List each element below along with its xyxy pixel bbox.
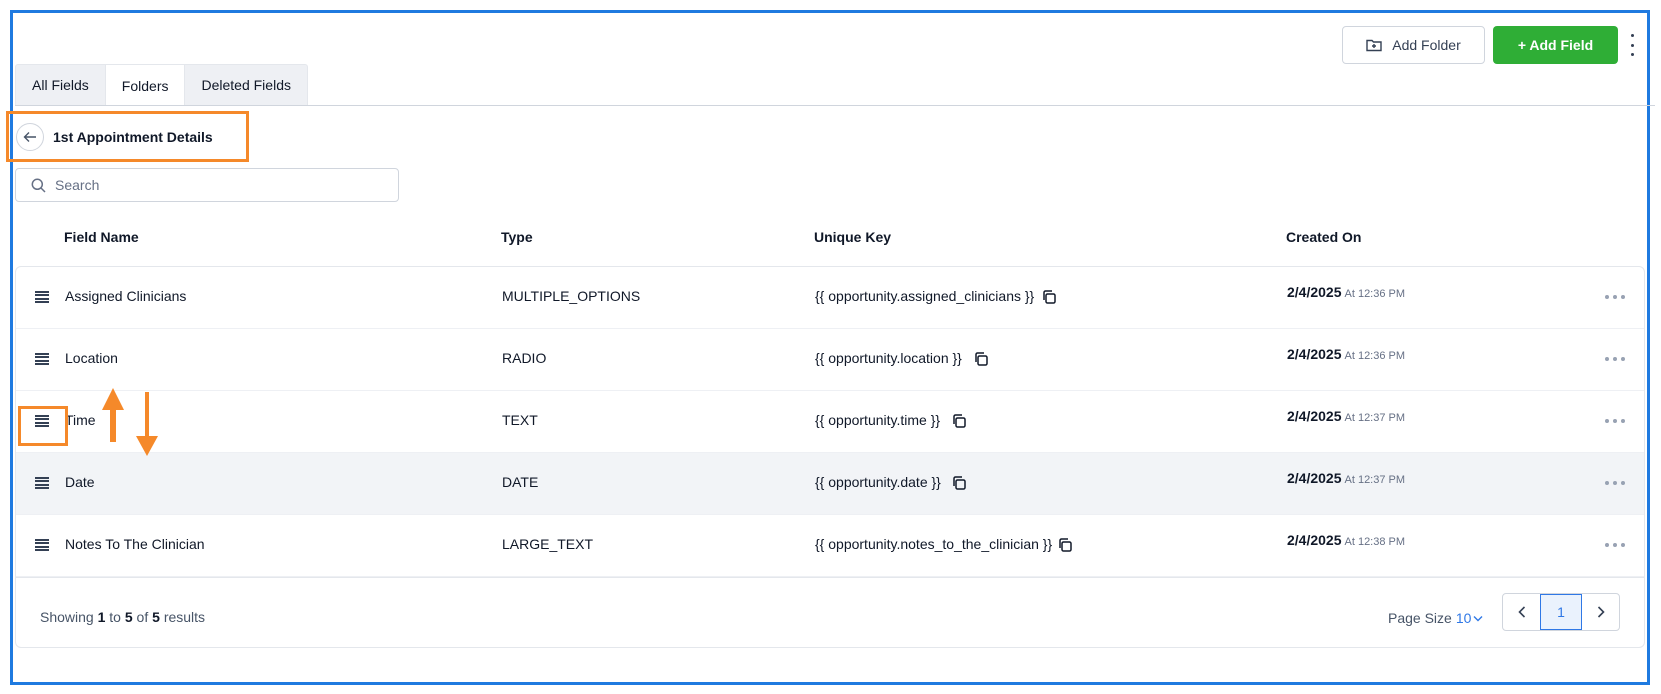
drag-handle-icon[interactable]: [35, 539, 49, 551]
page-button-current[interactable]: 1: [1540, 594, 1582, 630]
ellipsis-icon[interactable]: [1605, 419, 1625, 423]
table-row[interactable]: Time TEXT {{ opportunity.time }} 2/4/202…: [16, 391, 1644, 453]
created-on: 2/4/2025 At 12:38 PM: [1287, 532, 1405, 548]
add-field-label: + Add Field: [1517, 37, 1594, 53]
created-date: 2/4/2025: [1287, 470, 1342, 486]
tab-divider: [15, 105, 1655, 106]
table-footer-divider: [16, 577, 1644, 578]
field-name: Notes To The Clinician: [65, 536, 205, 552]
add-field-button[interactable]: + Add Field: [1493, 26, 1618, 64]
results-total: 5: [152, 609, 160, 625]
add-folder-button[interactable]: Add Folder: [1342, 26, 1485, 64]
ellipsis-icon[interactable]: [1605, 481, 1625, 485]
search-icon: [31, 178, 46, 193]
created-on: 2/4/2025 At 12:36 PM: [1287, 346, 1405, 362]
drag-handle-icon[interactable]: [35, 353, 49, 365]
drag-handle-icon[interactable]: [35, 477, 49, 489]
created-time: At 12:37 PM: [1344, 474, 1406, 486]
prev-page-button[interactable]: [1503, 594, 1540, 630]
copy-icon[interactable]: [1041, 289, 1057, 305]
created-date: 2/4/2025: [1287, 408, 1342, 424]
search-box[interactable]: [15, 168, 399, 202]
created-time: At 12:36 PM: [1344, 350, 1406, 362]
created-time: At 12:36 PM: [1344, 288, 1406, 300]
results-from: 1: [97, 609, 106, 625]
created-on: 2/4/2025 At 12:36 PM: [1287, 284, 1405, 300]
field-name: Assigned Clinicians: [65, 288, 187, 304]
of-label: of: [136, 609, 149, 625]
column-header-created-on[interactable]: Created On: [1286, 229, 1361, 245]
copy-icon[interactable]: [951, 475, 967, 491]
results-summary: Showing 1 to 5 of 5 results: [40, 609, 205, 625]
results-label: results: [163, 609, 206, 625]
field-name: Date: [65, 474, 95, 490]
table-row[interactable]: Date DATE {{ opportunity.date }} 2/4/202…: [16, 453, 1644, 515]
ellipsis-icon[interactable]: [1605, 357, 1625, 361]
table-row[interactable]: Assigned Clinicians MULTIPLE_OPTIONS {{ …: [16, 267, 1644, 329]
chevron-right-icon: [1597, 606, 1605, 618]
page-size-label: Page Size: [1388, 610, 1452, 626]
showing-label: Showing: [40, 609, 94, 625]
field-type: MULTIPLE_OPTIONS: [502, 288, 641, 304]
tab-deleted-fields[interactable]: Deleted Fields: [185, 65, 307, 105]
chevron-left-icon: [1517, 606, 1525, 618]
ellipsis-icon[interactable]: [1605, 295, 1625, 299]
tab-all-fields[interactable]: All Fields: [16, 65, 106, 105]
page-size-selector: Page Size 10: [1388, 610, 1483, 626]
folder-plus-icon: [1366, 39, 1382, 52]
next-page-button[interactable]: [1582, 594, 1619, 630]
tab-bar: All Fields Folders Deleted Fields: [15, 64, 308, 106]
copy-icon[interactable]: [973, 351, 989, 367]
annotation-box-folder-title: [6, 111, 249, 162]
field-type: RADIO: [502, 350, 547, 366]
pagination: 1: [1502, 593, 1620, 631]
drag-handle-icon[interactable]: [35, 291, 49, 303]
column-header-unique-key[interactable]: Unique Key: [814, 229, 891, 245]
created-date: 2/4/2025: [1287, 346, 1342, 362]
created-date: 2/4/2025: [1287, 284, 1342, 300]
table-row[interactable]: Location RADIO {{ opportunity.location }…: [16, 329, 1644, 391]
results-to: 5: [124, 609, 133, 625]
tab-folders[interactable]: Folders: [105, 65, 186, 106]
search-input[interactable]: [55, 177, 375, 193]
copy-icon[interactable]: [1057, 537, 1073, 553]
created-on: 2/4/2025 At 12:37 PM: [1287, 470, 1405, 486]
column-header-field-name[interactable]: Field Name: [64, 229, 139, 245]
fields-table: Assigned Clinicians MULTIPLE_OPTIONS {{ …: [15, 266, 1645, 648]
unique-key: {{ opportunity.notes_to_the_clinician }}: [815, 536, 1053, 552]
created-date: 2/4/2025: [1287, 532, 1342, 548]
column-header-type[interactable]: Type: [501, 229, 533, 245]
copy-icon[interactable]: [951, 413, 967, 429]
unique-key: {{ opportunity.time }}: [815, 412, 941, 428]
add-folder-label: Add Folder: [1392, 37, 1461, 53]
created-time: At 12:38 PM: [1344, 536, 1406, 548]
field-type: LARGE_TEXT: [502, 536, 594, 552]
unique-key: {{ opportunity.assigned_clinicians }}: [815, 288, 1035, 304]
kebab-menu-icon[interactable]: [1628, 34, 1636, 56]
to-label: to: [109, 609, 121, 625]
annotation-box-drag-handle: [18, 406, 68, 446]
page-size-dropdown[interactable]: 10: [1456, 610, 1484, 626]
page-size-value: 10: [1455, 610, 1472, 626]
field-type: TEXT: [502, 412, 538, 428]
field-name: Time: [65, 412, 96, 428]
unique-key: {{ opportunity.date }}: [815, 474, 941, 490]
field-type: DATE: [502, 474, 539, 490]
unique-key: {{ opportunity.location }}: [815, 350, 962, 366]
ellipsis-icon[interactable]: [1605, 543, 1625, 547]
created-time: At 12:37 PM: [1344, 412, 1406, 424]
arrow-down-icon: [136, 392, 158, 456]
chevron-down-icon: [1473, 615, 1483, 621]
table-row[interactable]: Notes To The Clinician LARGE_TEXT {{ opp…: [16, 515, 1644, 577]
created-on: 2/4/2025 At 12:37 PM: [1287, 408, 1405, 424]
field-name: Location: [65, 350, 118, 366]
arrow-up-icon: [102, 388, 124, 442]
